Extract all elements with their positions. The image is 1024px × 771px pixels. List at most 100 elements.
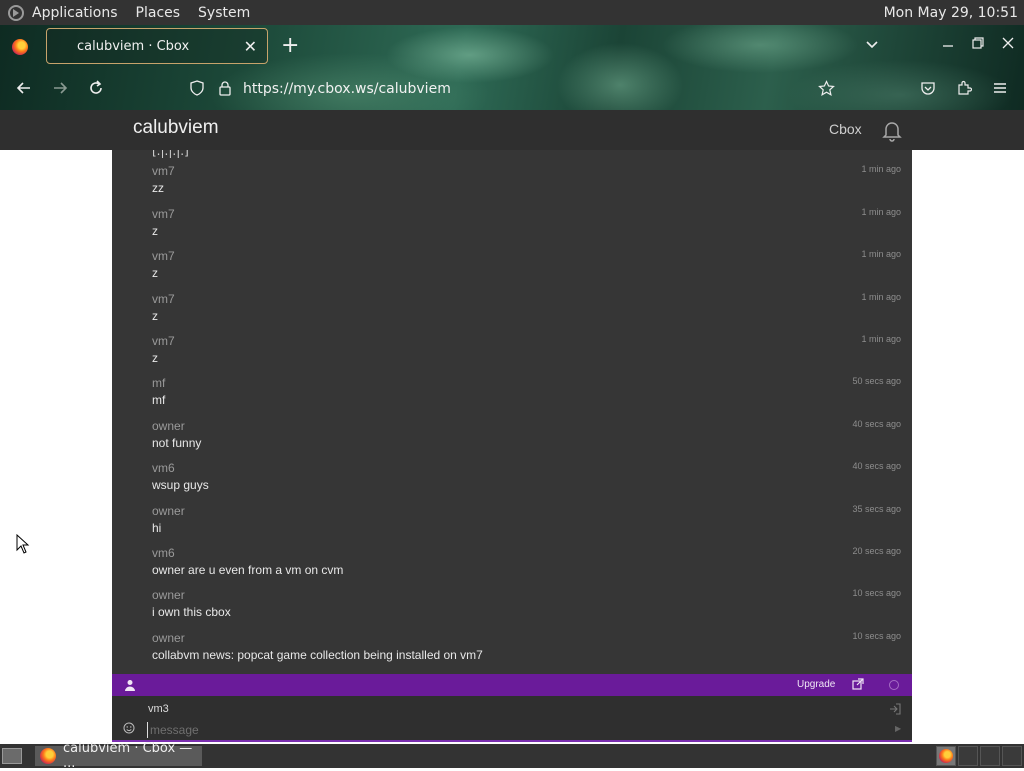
- cbox-brand-link[interactable]: Cbox: [829, 121, 862, 137]
- reload-icon[interactable]: [87, 79, 105, 97]
- close-window-icon[interactable]: [1001, 36, 1015, 50]
- chat-toolbar: Upgrade: [112, 674, 912, 696]
- tab-close-icon[interactable]: ✕: [244, 37, 257, 56]
- forward-icon[interactable]: [51, 79, 69, 97]
- sign-in-icon[interactable]: [889, 703, 901, 715]
- message-author[interactable]: owner: [152, 631, 185, 645]
- workspace-4[interactable]: [1002, 746, 1022, 766]
- chat-message: owner 35 secs ago hi: [112, 504, 912, 546]
- chat-message: owner 40 secs ago not funny: [112, 419, 912, 461]
- navigation-bar: https://my.cbox.ws/calubviem: [0, 69, 1024, 110]
- message-author[interactable]: vm6: [152, 461, 175, 475]
- cbox-header: calubviem Cbox: [0, 110, 1024, 150]
- message-text: z: [152, 351, 158, 365]
- message-time: 1 min ago: [861, 249, 901, 259]
- message-author[interactable]: vm7: [152, 292, 175, 306]
- pocket-icon[interactable]: [920, 80, 936, 96]
- message-author[interactable]: vm7: [152, 249, 175, 263]
- emoji-icon[interactable]: [123, 722, 135, 734]
- message-time: 40 secs ago: [852, 419, 901, 429]
- chat-message: vm7 1 min ago z: [112, 207, 912, 249]
- message-author[interactable]: owner: [152, 588, 185, 602]
- chat-message: vm7 1 min ago z: [112, 249, 912, 291]
- chat-message: vm7 1 min ago z: [112, 292, 912, 334]
- workspace-2[interactable]: [958, 746, 978, 766]
- message-author[interactable]: owner: [152, 504, 185, 518]
- message-text: z: [152, 309, 158, 323]
- chat-message: owner 10 secs ago collabvm news: popcat …: [112, 631, 912, 673]
- message-time: 1 min ago: [861, 164, 901, 174]
- menu-places[interactable]: Places: [136, 5, 181, 21]
- message-text: hi: [152, 521, 162, 535]
- message-time: 10 secs ago: [852, 588, 901, 598]
- message-author[interactable]: owner: [152, 419, 185, 433]
- page-title: calubviem: [133, 117, 219, 138]
- message-author[interactable]: vm6: [152, 546, 175, 560]
- tab-bar: calubviem · Cbox ✕ +: [0, 25, 1024, 69]
- partial-message-text: [.|.|.|.]: [152, 150, 189, 158]
- tab-calubviem[interactable]: calubviem · Cbox ✕: [46, 28, 268, 64]
- url-bar[interactable]: https://my.cbox.ws/calubviem: [243, 81, 451, 97]
- user-icon[interactable]: [124, 679, 136, 691]
- taskbar: calubviem · Cbox — ...: [0, 741, 1024, 771]
- mouse-cursor-icon: [16, 534, 30, 554]
- back-icon[interactable]: [15, 79, 33, 97]
- chat-message-list[interactable]: [.|.|.|.] vm7 1 min ago zz vm7 1 min ago…: [112, 150, 912, 674]
- message-composer: vm3 ▶: [112, 696, 912, 742]
- hamburger-menu-icon[interactable]: [992, 80, 1008, 96]
- message-author[interactable]: vm7: [152, 334, 175, 348]
- message-time: 1 min ago: [861, 334, 901, 344]
- status-circle-icon[interactable]: [889, 680, 899, 690]
- send-icon[interactable]: ▶: [895, 724, 901, 733]
- message-text: mf: [152, 393, 166, 407]
- upgrade-link[interactable]: Upgrade: [797, 679, 835, 690]
- chat-message: owner 10 secs ago i own this cbox: [112, 588, 912, 630]
- bookmark-star-icon[interactable]: [818, 80, 835, 97]
- message-text: not funny: [152, 436, 202, 450]
- menu-applications[interactable]: Applications: [32, 5, 118, 21]
- firefox-icon[interactable]: [12, 39, 28, 55]
- gnome-logo-icon[interactable]: [8, 4, 24, 21]
- message-time: 1 min ago: [861, 292, 901, 302]
- extensions-icon[interactable]: [956, 80, 972, 96]
- message-time: 20 secs ago: [852, 546, 901, 556]
- message-text: owner are u even from a vm on cvm: [152, 563, 344, 577]
- message-time: 40 secs ago: [852, 461, 901, 471]
- message-text: i own this cbox: [152, 605, 231, 619]
- chat-message: mf 50 secs ago mf: [112, 376, 912, 418]
- message-time: 1 min ago: [861, 207, 901, 217]
- restore-icon[interactable]: [971, 36, 985, 50]
- minimize-icon[interactable]: [941, 36, 955, 50]
- chat-message: vm6 20 secs ago owner are u even from a …: [112, 546, 912, 588]
- message-author[interactable]: vm7: [152, 207, 175, 221]
- message-time: 35 secs ago: [852, 504, 901, 514]
- lock-icon[interactable]: [217, 80, 233, 96]
- message-text: collabvm news: popcat game collection be…: [152, 648, 483, 662]
- clock[interactable]: Mon May 29, 10:51: [884, 5, 1018, 21]
- message-time: 10 secs ago: [852, 631, 901, 641]
- new-tab-button[interactable]: +: [281, 34, 299, 58]
- browser-chrome: calubviem · Cbox ✕ + https://my.cbox.ws/…: [0, 25, 1024, 110]
- message-text: wsup guys: [152, 478, 209, 492]
- username-label[interactable]: vm3: [148, 703, 169, 715]
- firefox-icon: [40, 748, 56, 764]
- message-text: z: [152, 266, 158, 280]
- firefox-icon: [939, 749, 953, 763]
- message-time: 50 secs ago: [852, 376, 901, 386]
- message-input[interactable]: [147, 722, 867, 738]
- message-author[interactable]: mf: [152, 376, 165, 390]
- show-desktop-icon[interactable]: [2, 748, 22, 764]
- message-author[interactable]: vm7: [152, 164, 175, 178]
- external-link-icon[interactable]: [852, 678, 864, 690]
- menu-system[interactable]: System: [198, 5, 250, 21]
- chat-message: vm7 1 min ago zz: [112, 164, 912, 206]
- taskbar-window-button[interactable]: calubviem · Cbox — ...: [35, 741, 202, 771]
- bell-icon[interactable]: [880, 118, 904, 142]
- shield-icon[interactable]: [189, 80, 205, 96]
- chat-message: vm6 40 secs ago wsup guys: [112, 461, 912, 503]
- tab-title: calubviem · Cbox: [77, 38, 190, 54]
- top-panel: Applications Places System Mon May 29, 1…: [0, 0, 1024, 25]
- workspace-1[interactable]: [936, 746, 956, 766]
- chevron-down-icon[interactable]: [864, 37, 880, 53]
- workspace-3[interactable]: [980, 746, 1000, 766]
